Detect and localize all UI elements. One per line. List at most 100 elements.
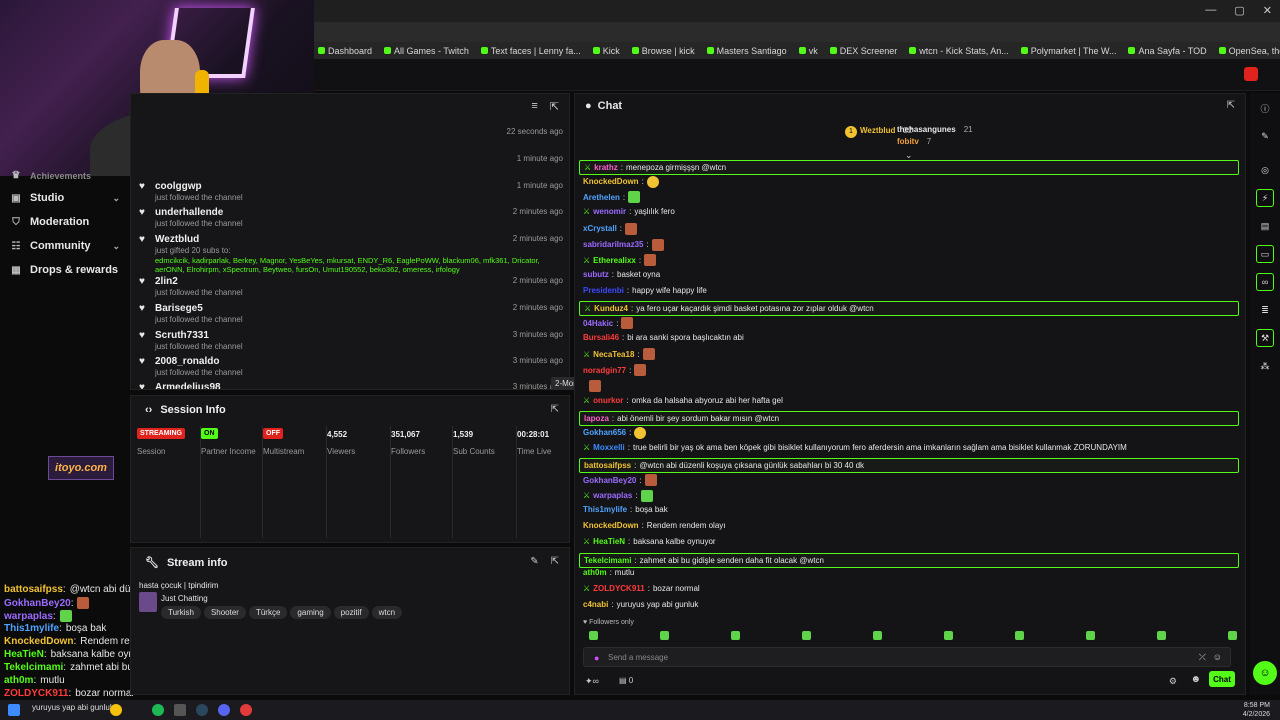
emote-shortcut-icon[interactable] [1228,631,1237,640]
chat-username[interactable]: ZOLDYCK911 [593,584,645,593]
bookmark-item[interactable]: Text faces | Lenny fa... [480,46,581,56]
stream-tag[interactable]: Turkish [161,606,201,619]
info-icon[interactable]: ⓘ [1256,99,1274,117]
app-icon[interactable] [174,704,186,716]
stream-tag[interactable]: pozitif [333,606,369,619]
chat-username[interactable]: xCrystall [583,224,617,233]
back-icon[interactable]: ‹› [145,404,152,416]
emote-shortcut-icon[interactable] [873,631,882,640]
bookmark-item[interactable]: OpenSea, the larges... [1218,46,1280,56]
chat-username[interactable]: Bursali46 [583,333,619,342]
leaderboard-entry[interactable]: fobitv 7 [897,137,931,146]
popout-icon[interactable]: ⇱ [551,556,559,567]
activity-username[interactable]: coolggwp [155,181,202,192]
chat-username[interactable]: GokhanBey20 [583,476,636,485]
mic-icon[interactable]: ● [594,653,599,663]
sidebar-item[interactable]: ☷ Community ⌄ [10,240,120,252]
activity-username[interactable]: Scruth7331 [155,330,209,341]
bookmark-item[interactable]: DEX Screener [829,46,897,56]
chat-username[interactable]: ath0m [583,568,607,577]
taskbar-search[interactable]: yuruyus yap abi gunluk [32,703,114,712]
activity-username[interactable]: Weztblud [155,234,199,245]
support-chat-icon[interactable]: ☺ [1253,661,1277,685]
steam-icon[interactable] [196,704,208,716]
avatar[interactable] [1244,67,1258,81]
emote-shortcut-icon[interactable] [731,631,740,640]
spotify-icon[interactable] [152,704,164,716]
popout-icon[interactable]: ⇱ [550,100,559,113]
bookmark-item[interactable]: wtcn - Kick Stats, An... [909,46,1009,56]
bookmark-item[interactable]: All Games - Twitch [384,46,469,56]
chat-username[interactable]: sabridarilmaz35 [583,240,643,249]
minimize-icon[interactable]: — [1205,4,1216,17]
emote-shortcut-icon[interactable] [589,631,598,640]
sidebar-item[interactable]: ♛ Achievements [10,170,120,181]
users-icon[interactable]: ☻ [1190,674,1201,685]
activity-username[interactable]: underhallende [155,207,223,218]
chat-username[interactable]: 04Hakic [583,319,613,328]
chat-username[interactable]: subutz [583,270,609,279]
obs-icon[interactable] [240,704,252,716]
emote-shortcut-icon[interactable] [944,631,953,640]
chat-icon[interactable]: ▭ [1256,245,1274,263]
sidebar-item[interactable]: ▦ Drops & rewards [10,264,120,276]
activity-username[interactable]: 2lin2 [155,276,178,287]
chat-username[interactable]: KnockedDown [583,521,639,530]
edit-icon[interactable]: ✎ [1256,127,1274,145]
filter-icon[interactable]: ≡ [531,100,537,113]
share-icon[interactable]: ⁂ [1256,357,1274,375]
points-icon[interactable]: ✦∞ [585,676,599,687]
chat-username[interactable]: NecaTea18 [593,350,634,359]
leaderboard-entry[interactable]: thehasangunes 21 [897,125,973,134]
document-icon[interactable]: ▤ [1256,217,1274,235]
activity-username[interactable]: Armedelius98 [155,382,221,389]
windows-start-icon[interactable] [8,704,20,716]
smile-icon[interactable]: ☺ [1213,652,1222,662]
stream-tag[interactable]: gaming [290,606,331,619]
popout-icon[interactable]: ⇱ [1227,100,1235,111]
chat-username[interactable]: This1mylife [583,505,627,514]
lightning-icon[interactable]: ⚡︎ [1256,189,1274,207]
bookmark-item[interactable]: Dashboard [318,46,372,56]
chat-username[interactable]: ZOLDYCK911 [4,688,68,699]
bookmark-item[interactable]: Polymarket | The W... [1020,46,1116,56]
chat-username[interactable]: lapoza [584,414,609,423]
chevron-down-icon[interactable]: ⌄ [112,193,120,204]
emote-picker-icon[interactable]: ⤫ [1199,652,1206,663]
activity-username[interactable]: Barisege5 [155,303,203,314]
chat-username[interactable]: noradgin77 [583,366,626,375]
bookmark-item[interactable]: Browse | kick [631,46,695,56]
send-chat-button[interactable]: Chat [1209,671,1235,687]
chat-username[interactable]: Etherealixx [593,256,636,265]
stream-tag[interactable]: Shooter [203,606,246,619]
chat-username[interactable]: Presidenbi [583,286,624,295]
chat-username[interactable]: warpaplas [4,611,53,622]
link-icon[interactable]: ∞ [1256,273,1274,291]
chat-username[interactable]: c4nabi [583,600,608,609]
chat-username[interactable]: KnockedDown [4,636,73,647]
bookmark-item[interactable]: vk [798,46,818,56]
chat-username[interactable]: Tekelcimami [4,662,63,673]
chat-username[interactable]: warpaplas [593,491,632,500]
stream-tag[interactable]: wtcn [371,606,403,619]
chat-username[interactable]: Gokhan656 [583,428,626,437]
chrome-icon[interactable] [110,704,122,716]
chat-username[interactable]: onurkor [593,396,623,405]
camera-icon[interactable]: ◎ [1256,161,1274,179]
settings-icon[interactable]: ⚙ [1169,676,1177,687]
emote-shortcut-icon[interactable] [1157,631,1166,640]
chat-username[interactable]: battosaifpss [4,584,63,595]
chat-username[interactable]: HeaTieN [4,649,44,660]
edit-icon[interactable]: ✎ [530,556,538,567]
maximize-icon[interactable]: ▢ [1234,4,1244,17]
chat-username[interactable]: Tekelcimami [584,556,631,565]
popout-icon[interactable]: ⇱ [551,404,559,415]
chat-username[interactable]: ath0m [4,675,33,686]
chat-username[interactable]: GokhanBey20 [4,598,71,609]
chevron-down-icon[interactable]: ⌄ [112,241,120,252]
bookmark-item[interactable]: Masters Santiago [706,46,787,56]
chat-username[interactable]: battosaifpss [584,461,631,470]
activity-username[interactable]: 2008_ronaldo [155,356,219,367]
emote-shortcut-icon[interactable] [660,631,669,640]
chat-username[interactable]: Kunduz4 [594,304,628,313]
